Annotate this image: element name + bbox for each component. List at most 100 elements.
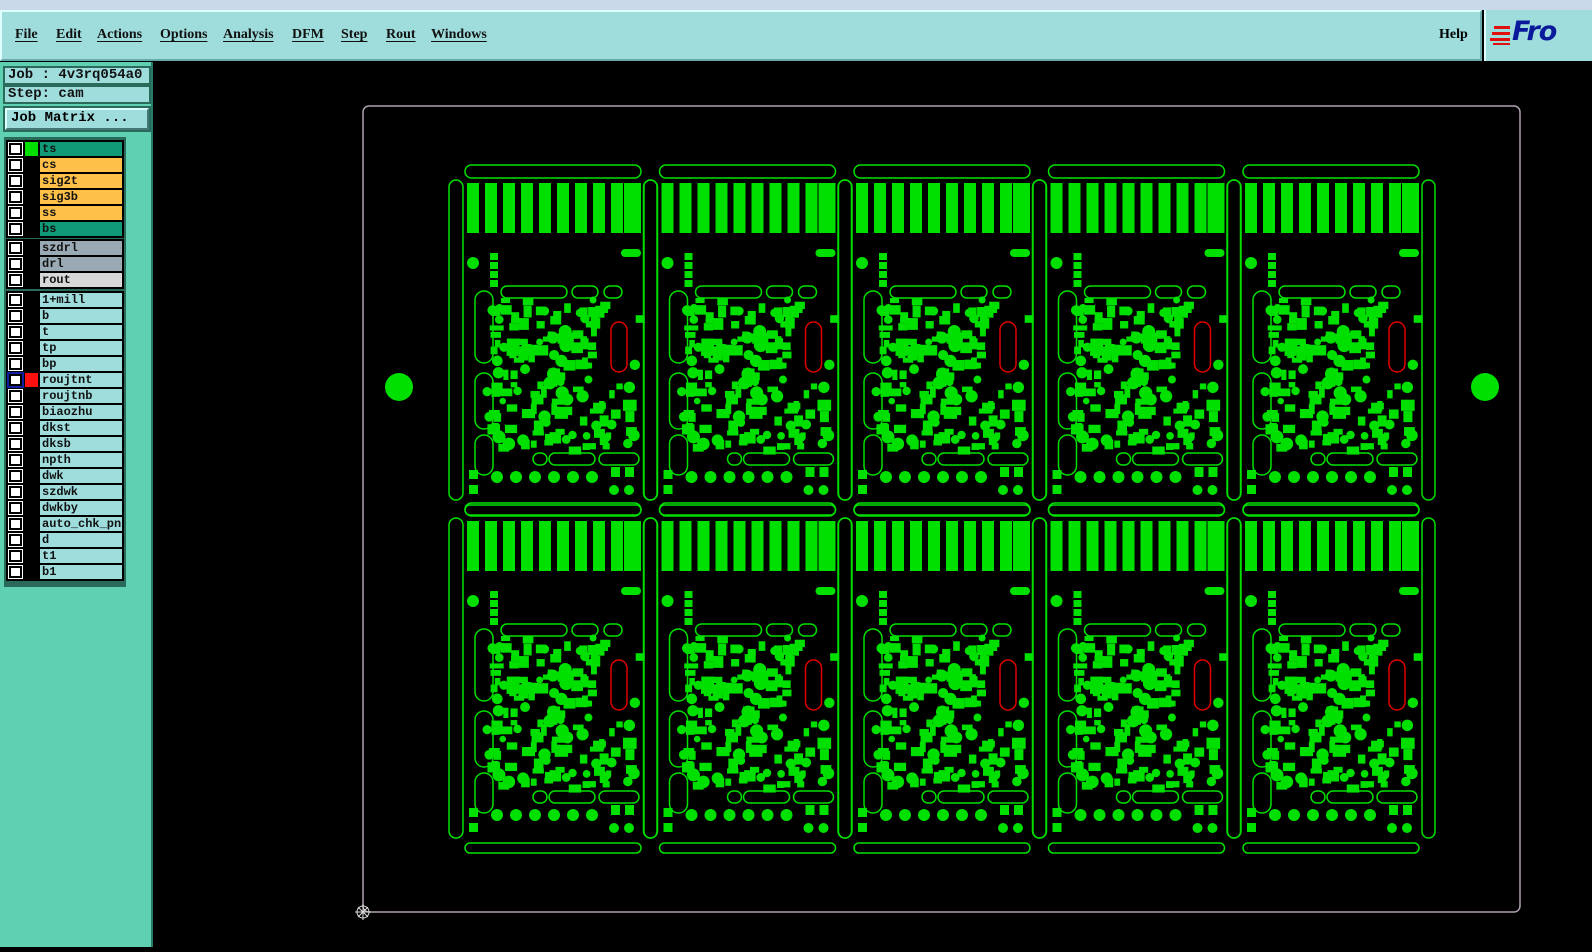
job-matrix-label: Job Matrix ... (5, 108, 149, 130)
layer-name: tp (40, 341, 122, 355)
layer-name: dwk (40, 469, 122, 483)
layer-row-dkst[interactable]: dkst (6, 420, 124, 436)
job-name: Job : 4v3rq054a0 (3, 66, 151, 85)
layer-checkbox[interactable] (8, 158, 23, 172)
layer-checkbox[interactable] (8, 565, 23, 579)
layer-checkbox[interactable] (7, 372, 24, 388)
pcb-unit-0-0 (448, 164, 658, 516)
layer-row-dwkby[interactable]: dwkby (6, 500, 124, 516)
layer-name: roujtnb (40, 389, 122, 403)
pcb-unit-1-1 (642, 502, 853, 854)
layer-checkbox[interactable] (8, 485, 23, 499)
layer-row-dwk[interactable]: dwk (6, 468, 124, 484)
layer-row-szdrl[interactable]: szdrl (6, 240, 124, 256)
layer-name: ts (40, 142, 122, 156)
layer-row-szdwk[interactable]: szdwk (6, 484, 124, 500)
menu-bar: File Edit Actions Options Analysis DFM S… (0, 10, 1482, 61)
layer-row-dksb[interactable]: dksb (6, 436, 124, 452)
layer-checkbox[interactable] (8, 389, 23, 403)
layer-row-sig2t[interactable]: sig2t (6, 173, 124, 189)
layer-name: t (40, 325, 122, 339)
layer-checkbox[interactable] (8, 533, 23, 547)
tooling-hole (385, 373, 413, 401)
layer-name: 1+mill (40, 293, 122, 307)
layer-checkbox[interactable] (8, 190, 23, 204)
menu-rout[interactable]: Rout (386, 27, 416, 43)
layer-checkbox[interactable] (8, 309, 23, 323)
layer-row-biaozhu[interactable]: biaozhu (6, 404, 124, 420)
layer-checkbox[interactable] (8, 174, 23, 188)
layer-checkbox[interactable] (8, 222, 23, 236)
layer-checkbox[interactable] (8, 405, 23, 419)
menu-options[interactable]: Options (160, 27, 207, 43)
layer-row-bp[interactable]: bp (6, 356, 124, 372)
layer-checkbox[interactable] (8, 206, 23, 220)
layer-checkbox[interactable] (8, 453, 23, 467)
layer-name: t1 (40, 549, 122, 563)
layer-list: ts cs sig2t sig3b ss bs szdrl drl rout 1+mill b t tp… (4, 137, 126, 587)
layer-row-b[interactable]: b (6, 308, 124, 324)
layer-row-auto_chk_pnl[interactable]: auto_chk_pnl (6, 516, 124, 532)
graphic-editor-canvas[interactable] (155, 62, 1592, 947)
layer-checkbox[interactable] (8, 325, 23, 339)
pcb-unit-1-2 (837, 502, 1047, 854)
layer-name: dwkby (40, 501, 122, 515)
menu-step[interactable]: Step (341, 27, 367, 43)
menu-windows[interactable]: Windows (431, 27, 487, 43)
layer-row-roujtnb[interactable]: roujtnb (6, 388, 124, 404)
layer-name: drl (40, 257, 122, 271)
window-title-bar (0, 0, 1592, 10)
layer-checkbox[interactable] (8, 437, 23, 451)
layer-row-ts[interactable]: ts (6, 141, 124, 157)
layer-checkbox[interactable] (8, 241, 23, 255)
frontline-logo: Fro (1484, 10, 1592, 61)
menu-help[interactable]: Help (1439, 27, 1468, 43)
layer-checkbox[interactable] (8, 293, 23, 307)
layer-row-d[interactable]: d (6, 532, 124, 548)
layer-row-ss[interactable]: ss (6, 205, 124, 221)
layer-row-cs[interactable]: cs (6, 157, 124, 173)
layer-row-t1[interactable]: t1 (6, 548, 124, 564)
step-name: Step: cam (3, 85, 151, 104)
layer-row-rout[interactable]: rout (6, 272, 124, 288)
layer-row-tp[interactable]: tp (6, 340, 124, 356)
menu-actions[interactable]: Actions (97, 27, 142, 43)
layer-name: b (40, 309, 122, 323)
logo-text: Fro (1512, 16, 1557, 47)
layer-name: sig2t (40, 174, 122, 188)
layer-checkbox[interactable] (8, 421, 23, 435)
layer-name: auto_chk_pnl (40, 517, 122, 531)
job-matrix-button[interactable]: Job Matrix ... (3, 106, 151, 132)
layer-name: rout (40, 273, 122, 287)
pcb-panel-view[interactable] (155, 62, 1592, 947)
layer-row-npth[interactable]: npth (6, 452, 124, 468)
layer-row-roujtnt[interactable]: roujtnt (6, 372, 124, 388)
menu-analysis[interactable]: Analysis (223, 27, 274, 43)
layer-checkbox[interactable] (8, 142, 23, 156)
menu-dfm[interactable]: DFM (292, 27, 324, 43)
layer-row-t[interactable]: t (6, 324, 124, 340)
tooling-hole (1471, 373, 1499, 401)
layer-name: npth (40, 453, 122, 467)
pcb-unit-1-3 (1031, 502, 1242, 854)
layer-row-1+mill[interactable]: 1+mill (6, 292, 124, 308)
menu-edit[interactable]: Edit (56, 27, 82, 43)
layer-checkbox[interactable] (8, 517, 23, 531)
layer-row-bs[interactable]: bs (6, 221, 124, 237)
layer-name: dkst (40, 421, 122, 435)
layer-row-sig3b[interactable]: sig3b (6, 189, 124, 205)
layer-color-swatch (25, 373, 38, 387)
menu-file[interactable]: File (15, 27, 38, 43)
layer-checkbox[interactable] (8, 549, 23, 563)
layer-checkbox[interactable] (8, 357, 23, 371)
pcb-unit-1-0 (448, 502, 658, 854)
layer-color-swatch (25, 142, 38, 156)
layer-checkbox[interactable] (8, 341, 23, 355)
layer-row-drl[interactable]: drl (6, 256, 124, 272)
layer-checkbox[interactable] (8, 273, 23, 287)
layer-checkbox[interactable] (8, 469, 23, 483)
layer-checkbox[interactable] (8, 501, 23, 515)
layer-checkbox[interactable] (8, 257, 23, 271)
layer-row-b1[interactable]: b1 (6, 564, 124, 580)
layer-name: ss (40, 206, 122, 220)
